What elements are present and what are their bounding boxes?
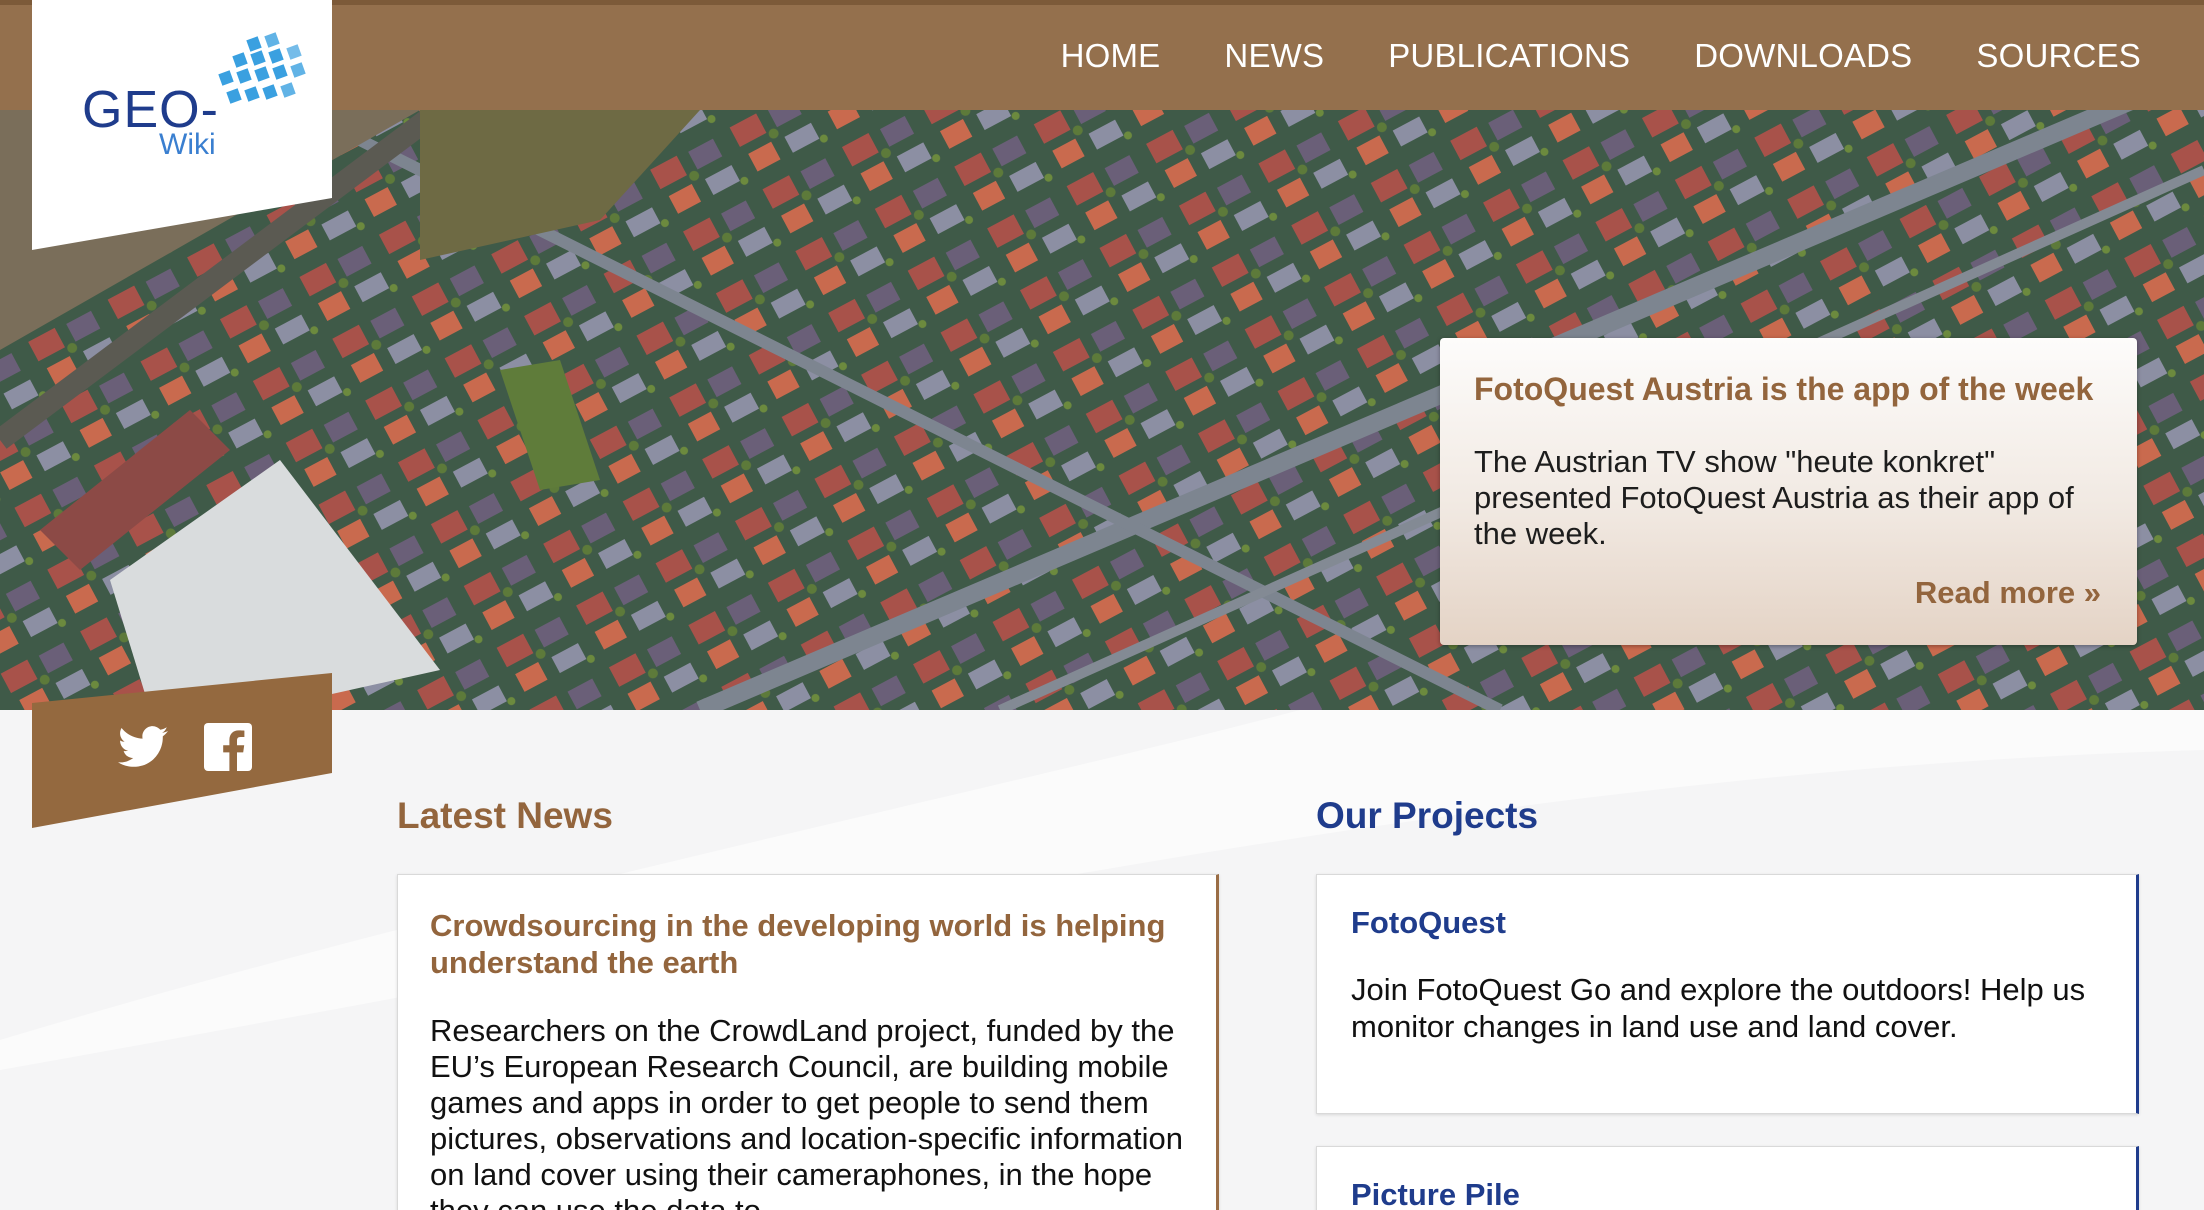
twitter-icon[interactable] (118, 726, 168, 768)
read-more-link[interactable]: Read more » (1915, 575, 2101, 611)
news-card: Crowdsourcing in the developing world is… (397, 874, 1219, 1210)
project-title[interactable]: Picture Pile (1351, 1177, 2102, 1210)
main-nav: HOME NEWS PUBLICATIONS DOWNLOADS SOURCES (1061, 37, 2141, 75)
nav-publications[interactable]: PUBLICATIONS (1388, 37, 1630, 75)
nav-home[interactable]: HOME (1061, 37, 1161, 75)
featured-news-body: The Austrian TV show "heute konkret" pre… (1474, 444, 2074, 552)
news-card-body: Researchers on the CrowdLand project, fu… (430, 1013, 1183, 1210)
social-ribbon (32, 673, 332, 833)
our-projects-heading: Our Projects (1316, 795, 1539, 836)
geo-wiki-logo[interactable]: GEO- Wiki (32, 0, 332, 250)
featured-news-title[interactable]: FotoQuest Austria is the app of the week (1474, 370, 2103, 408)
project-title[interactable]: FotoQuest (1351, 905, 2102, 941)
nav-news[interactable]: NEWS (1224, 37, 1324, 75)
latest-news-heading: Latest News (397, 795, 613, 836)
project-card-picture-pile[interactable]: Picture Pile (1316, 1146, 2139, 1210)
news-card-title[interactable]: Crowdsourcing in the developing world is… (430, 907, 1184, 981)
nav-sources[interactable]: SOURCES (1976, 37, 2141, 75)
social-icons (118, 723, 252, 771)
featured-news-card: FotoQuest Austria is the app of the week… (1440, 338, 2137, 645)
project-card-fotoquest[interactable]: FotoQuest Join FotoQuest Go and explore … (1316, 874, 2139, 1114)
facebook-icon[interactable] (204, 723, 252, 771)
project-description: Join FotoQuest Go and explore the outdoo… (1351, 972, 2086, 1044)
logo-wiki-text: Wiki (159, 128, 216, 161)
nav-downloads[interactable]: DOWNLOADS (1694, 37, 1912, 75)
